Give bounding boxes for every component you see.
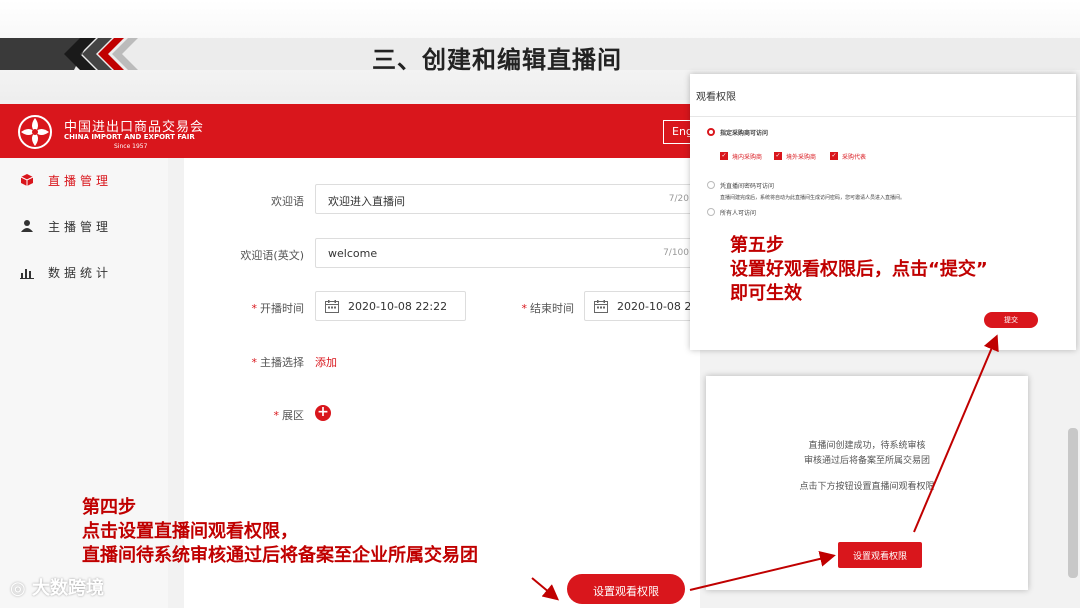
sidebar-item-label: 数据统计 xyxy=(48,265,113,280)
canton-fair-logo[interactable]: 中国进出口商品交易会 CHINA IMPORT AND EXPORT FAIR … xyxy=(14,112,214,152)
check-label-overseas: 境外采购商 xyxy=(786,154,817,161)
sidebar-item-host-management[interactable]: 主播管理 xyxy=(20,216,112,236)
user-icon xyxy=(21,220,33,232)
success-line-2: 审核通过后将备案至所属交易团 xyxy=(803,456,930,466)
watermark-text: 大数跨境 xyxy=(31,578,104,599)
bar-chart-icon xyxy=(20,269,34,279)
watermark: ◎ 大数跨境 xyxy=(10,574,104,600)
step4-line-2: 直播间待系统审核通过后将备案至企业所属交易团 xyxy=(82,545,478,566)
welcome-en-value: welcome xyxy=(328,247,378,260)
sidebar-item-live-management[interactable]: 直播管理 xyxy=(20,170,112,190)
check-icon[interactable]: ✓ xyxy=(720,152,728,160)
calendar-icon xyxy=(325,300,339,313)
host-label-text: 主播选择 xyxy=(260,356,304,369)
check-label-domestic: 境内采购商 xyxy=(732,154,763,161)
success-panel: 直播间创建成功，待系统审核 审核通过后将备案至所属交易团 点击下方按钮设置直播间… xyxy=(706,376,1028,590)
step4-annotation: 第四步 点击设置直播间观看权限， 直播间待系统审核通过后将备案至企业所属交易团 xyxy=(82,496,478,568)
end-time-value: 2020-10-08 22:22 xyxy=(617,300,699,313)
sidebar-item-statistics[interactable]: 数据统计 xyxy=(20,262,112,282)
welcome-en-counter: 7/100 xyxy=(663,248,689,258)
welcome-label: 欢迎语 xyxy=(271,195,304,208)
watermark-logo-icon: ◎ xyxy=(10,578,32,599)
permission-panel: 观看权限 指定采购商可访问 ✓ 境内采购商 ✓ 境外采购商 ✓ 采购代表 凭直播… xyxy=(690,74,1076,350)
step5-title: 第五步 xyxy=(730,235,784,256)
cube-icon xyxy=(20,174,34,186)
sidebar-item-label: 主播管理 xyxy=(48,219,113,234)
check-icon[interactable]: ✓ xyxy=(830,152,838,160)
radio-everyone[interactable] xyxy=(707,208,715,216)
start-time-label: * 开播时间 xyxy=(251,302,305,315)
radio-password[interactable] xyxy=(707,181,715,189)
option-password: 凭直播间密码可访问 xyxy=(720,183,775,190)
success-line-1: 直播间创建成功，待系统审核 xyxy=(808,441,926,451)
logo-english-text: CHINA IMPORT AND EXPORT FAIR xyxy=(64,133,195,141)
add-host-link[interactable]: 添加 xyxy=(315,354,337,370)
slide-title: 三、创建和编辑直播间 xyxy=(372,46,622,74)
zone-label: * 展区 xyxy=(273,409,305,422)
zone-label-text: 展区 xyxy=(282,409,304,422)
calendar-icon xyxy=(594,300,608,313)
step4-title: 第四步 xyxy=(82,497,136,518)
welcome-en-label: 欢迎语(英文) xyxy=(240,249,304,262)
start-time-label-text: 开播时间 xyxy=(260,302,304,315)
option-password-desc: 直播间建完成后，系统将自动为此直播间生成访问密码，您可邀请人员进入直播间。 xyxy=(720,195,906,201)
start-time-picker[interactable]: 2020-10-08 22:22 xyxy=(315,291,466,321)
welcome-en-input[interactable]: welcome 7/100 xyxy=(315,238,700,268)
step5-line-1: 设置好观看权限后，点击“提交” xyxy=(730,259,988,280)
welcome-input[interactable]: 欢迎进入直播间 7/20 xyxy=(315,184,700,214)
end-time-picker[interactable]: 2020-10-08 22:22 xyxy=(584,291,700,321)
scrollbar[interactable] xyxy=(1068,428,1078,578)
add-zone-button[interactable]: + xyxy=(315,405,331,421)
radio-specified-buyers[interactable] xyxy=(707,128,715,136)
welcome-value: 欢迎进入直播间 xyxy=(328,195,405,208)
divider xyxy=(690,116,1076,117)
start-time-value: 2020-10-08 22:22 xyxy=(348,300,448,313)
end-time-label-text: 结束时间 xyxy=(530,302,574,315)
host-label: * 主播选择 xyxy=(251,356,305,369)
logo-since-text: Since 1957 xyxy=(114,143,148,150)
step4-line-1: 点击设置直播间观看权限， xyxy=(82,521,298,542)
success-line-3: 点击下方按钮设置直播间观看权限 xyxy=(799,482,935,492)
welcome-counter: 7/20 xyxy=(668,194,689,204)
sidebar-item-label: 直播管理 xyxy=(48,173,113,188)
end-time-label: * 结束时间 xyxy=(521,302,575,315)
check-icon[interactable]: ✓ xyxy=(774,152,782,160)
permission-submit-button[interactable]: 提交 xyxy=(984,312,1038,328)
set-permission-button[interactable]: 设置观看权限 xyxy=(567,574,685,604)
step5-line-2: 即可生效 xyxy=(730,283,802,304)
step5-annotation: 第五步 设置好观看权限后，点击“提交” 即可生效 xyxy=(730,234,988,306)
option-specified-buyers: 指定采购商可访问 xyxy=(720,130,769,137)
app-header: 中国进出口商品交易会 CHINA IMPORT AND EXPORT FAIR … xyxy=(0,104,703,158)
check-label-agent: 采购代表 xyxy=(842,154,867,161)
permission-title: 观看权限 xyxy=(696,92,736,103)
success-set-permission-button[interactable]: 设置观看权限 xyxy=(838,542,922,568)
flower-logo-icon xyxy=(18,115,52,149)
option-everyone: 所有人可访问 xyxy=(720,210,757,217)
